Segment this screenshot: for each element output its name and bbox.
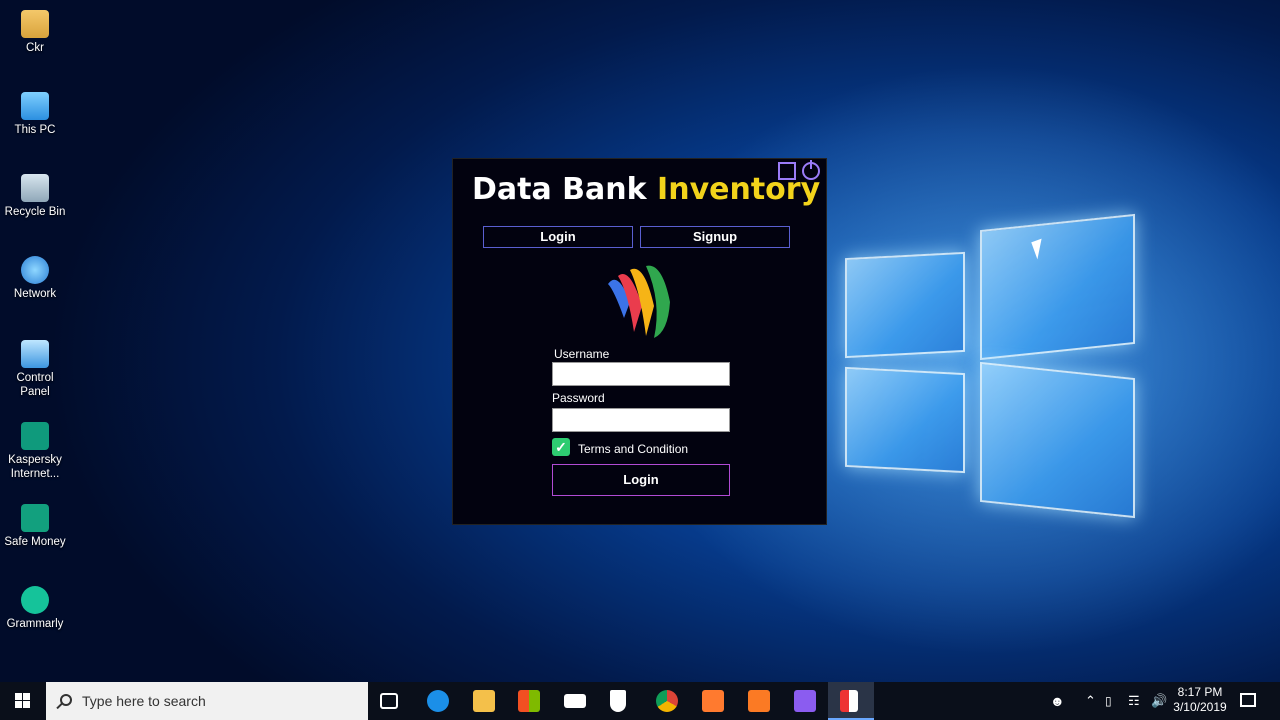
- battery-icon[interactable]: ▯: [1105, 682, 1112, 720]
- network-icon: [21, 256, 49, 284]
- taskbar: Type here to search ☻ ⌃ ▯ ☶ 🔊 8:17 PM 3/…: [0, 682, 1280, 720]
- app-icon[interactable]: [702, 690, 724, 712]
- desktop-icon-grammarly[interactable]: Grammarly: [0, 586, 70, 631]
- desktop-icon-control-panel[interactable]: Control Panel: [0, 340, 70, 399]
- task-view-icon[interactable]: [380, 693, 398, 709]
- password-label: Password: [552, 391, 605, 405]
- recycle-bin-icon: [21, 174, 49, 202]
- chrome-icon[interactable]: [656, 690, 678, 712]
- power-icon[interactable]: [802, 160, 820, 180]
- minimize-icon[interactable]: [778, 162, 796, 180]
- password-input[interactable]: [552, 408, 730, 432]
- wifi-icon[interactable]: ☶: [1128, 682, 1140, 720]
- active-app-icon: [840, 690, 858, 712]
- kaspersky-icon: [21, 422, 49, 450]
- login-submit-button[interactable]: Login: [552, 464, 730, 496]
- computer-icon: [21, 92, 49, 120]
- desktop-icon-network[interactable]: Network: [0, 256, 70, 301]
- security-icon[interactable]: [610, 690, 626, 712]
- mail-icon[interactable]: [564, 694, 586, 708]
- desktop-icon-this-pc[interactable]: This PC: [0, 92, 70, 137]
- windows-wallpaper-logo: [830, 210, 1150, 520]
- app-logo: [608, 265, 670, 338]
- user-folder-icon: [21, 10, 49, 38]
- login-window: Data Bank Inventory Login Signup Usernam…: [452, 158, 827, 525]
- edge-icon[interactable]: [427, 690, 449, 712]
- volume-icon[interactable]: 🔊: [1151, 682, 1167, 720]
- username-input[interactable]: [552, 362, 730, 386]
- visual-studio-icon[interactable]: [794, 690, 816, 712]
- clock[interactable]: 8:17 PM 3/10/2019: [1170, 685, 1230, 715]
- grammarly-icon: [21, 586, 49, 614]
- store-icon[interactable]: [518, 690, 540, 712]
- desktop-icon-ckr[interactable]: Ckr: [0, 10, 70, 55]
- people-icon[interactable]: ☻: [1050, 682, 1065, 720]
- xampp-icon[interactable]: [748, 690, 770, 712]
- control-panel-icon: [21, 340, 49, 368]
- start-button[interactable]: [0, 682, 46, 720]
- app-title: Data Bank Inventory: [472, 172, 821, 207]
- chevron-up-icon[interactable]: ⌃: [1085, 682, 1096, 720]
- active-app-button[interactable]: [828, 682, 874, 720]
- search-icon: [60, 694, 72, 706]
- terms-label: Terms and Condition: [578, 442, 689, 456]
- terms-checkbox[interactable]: ✓: [552, 438, 570, 456]
- desktop-icon-kaspersky[interactable]: Kaspersky Internet...: [0, 422, 70, 481]
- file-explorer-icon[interactable]: [473, 690, 495, 712]
- desktop-icon-recycle-bin[interactable]: Recycle Bin: [0, 174, 70, 219]
- taskbar-search-box[interactable]: Type here to search: [46, 682, 368, 720]
- desktop-icon-safe-money[interactable]: Safe Money: [0, 504, 70, 549]
- tab-signup[interactable]: Signup: [640, 226, 790, 248]
- username-label: Username: [554, 347, 610, 361]
- safe-money-icon: [21, 504, 49, 532]
- notifications-icon[interactable]: [1240, 693, 1256, 707]
- tab-login[interactable]: Login: [483, 226, 633, 248]
